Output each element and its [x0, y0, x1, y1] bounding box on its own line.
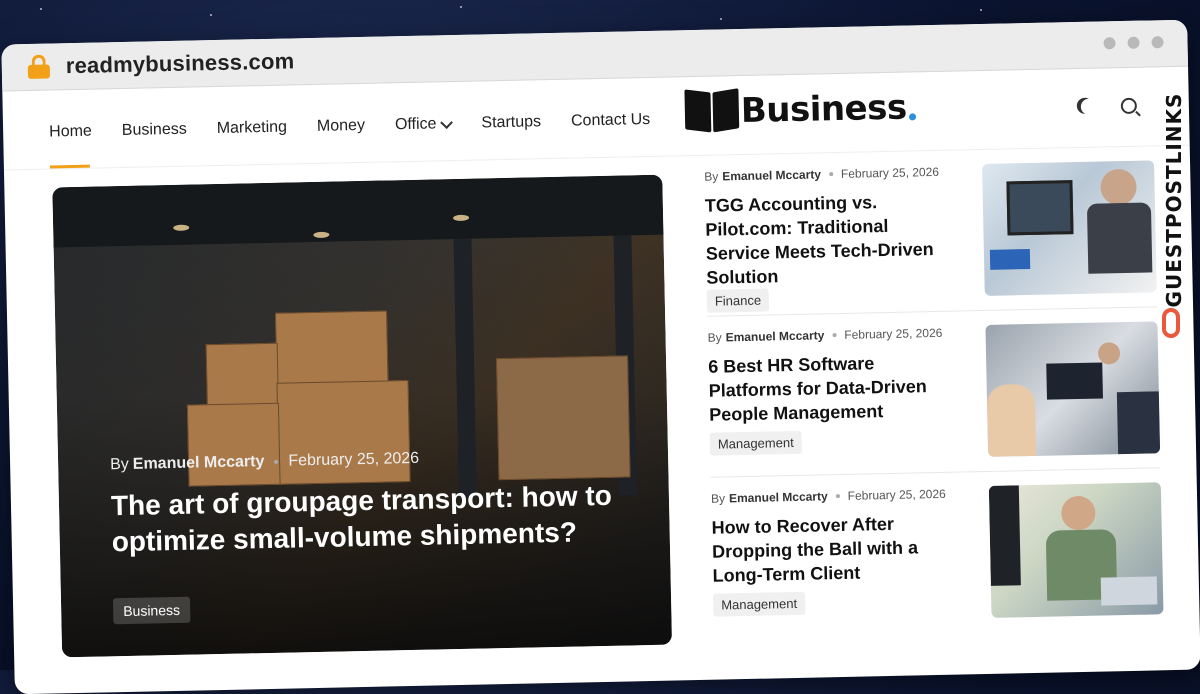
nav-label: Business	[121, 120, 187, 139]
warehouse-ceiling	[52, 174, 664, 248]
article-meta: By Emanuel Mccarty February 25, 2026	[707, 326, 942, 345]
watermark-badge: GUESTPOSTLINKS	[1154, 58, 1190, 358]
window-dot[interactable]	[1103, 37, 1116, 50]
article-thumbnail[interactable]	[982, 160, 1157, 296]
article-meta: By Emanuel Mccarty February 25, 2026	[704, 165, 939, 184]
cargo-box	[205, 342, 279, 407]
author-prefix: By	[707, 330, 722, 345]
meta-separator	[274, 459, 279, 464]
featured-article[interactable]: By Emanuel Mccarty February 25, 2026 The…	[52, 174, 673, 658]
book-icon	[682, 86, 741, 137]
author-prefix: By	[109, 455, 129, 474]
main-menu: Home Business Marketing Money Office Sta…	[49, 111, 650, 142]
nav-item-business[interactable]: Business	[122, 121, 187, 140]
main-content: By Emanuel Mccarty February 25, 2026 The…	[4, 146, 1200, 691]
nav-item-office[interactable]: Office	[394, 115, 454, 134]
cargo-box	[275, 310, 389, 385]
header-actions	[1077, 97, 1138, 115]
url-text[interactable]: readmybusiness.com	[66, 48, 295, 79]
window-dot[interactable]	[1151, 36, 1164, 49]
window-controls	[1103, 36, 1164, 50]
nav-item-money[interactable]: Money	[317, 117, 365, 136]
post-date: February 25, 2026	[844, 325, 943, 342]
post-date: February 25, 2026	[840, 164, 940, 181]
site-logo[interactable]: Business	[682, 82, 916, 137]
logo-text: Business	[740, 87, 908, 132]
monitor-shape	[1006, 180, 1074, 236]
window-dot[interactable]	[1127, 36, 1140, 49]
author-link[interactable]: Emanuel Mccarty	[725, 328, 824, 344]
author-link[interactable]: Emanuel Mccarty	[722, 167, 821, 183]
star	[210, 14, 212, 16]
article-title[interactable]: TGG Accounting vs. Pilot.com: Traditiona…	[705, 189, 937, 290]
article-list: By Emanuel Mccarty February 25, 2026 TGG…	[703, 146, 1164, 637]
nav-item-contact[interactable]: Contact Us	[571, 111, 651, 131]
author-link[interactable]: Emanuel Mccarty	[729, 489, 828, 505]
person-head	[1100, 168, 1137, 206]
article-title[interactable]: How to Recover After Dropping the Ball w…	[711, 511, 942, 588]
person-body	[1086, 202, 1153, 274]
person-head	[1061, 495, 1096, 531]
person-arm	[988, 485, 1021, 586]
nav-label: Marketing	[216, 118, 288, 137]
meta-separator	[832, 333, 837, 338]
link-icon	[1162, 308, 1180, 338]
moon-icon[interactable]	[1081, 99, 1097, 115]
nav-label: Office	[394, 115, 437, 134]
nav-item-home[interactable]: Home	[49, 123, 92, 142]
author-prefix: By	[710, 491, 726, 506]
nav-label: Money	[316, 116, 366, 135]
author-link[interactable]: Emanuel Mccarty	[133, 453, 265, 474]
browser-window: readmybusiness.com Home Business Marketi…	[1, 19, 1200, 694]
person-body	[986, 383, 1037, 457]
category-tag[interactable]: Business	[112, 596, 191, 625]
nav-label: Home	[48, 122, 93, 141]
list-item[interactable]: By Emanuel Mccarty February 25, 2026 6 B…	[707, 307, 1161, 478]
person-head	[1097, 342, 1121, 365]
cargo-box	[186, 402, 281, 487]
hero-title[interactable]: The art of groupage transport: how to op…	[111, 477, 632, 560]
category-tag[interactable]: Management	[712, 591, 806, 617]
nav-label: Contact Us	[570, 110, 651, 130]
article-thumbnail[interactable]	[988, 482, 1164, 618]
article-thumbnail[interactable]	[985, 321, 1161, 457]
star	[720, 18, 722, 20]
watermark-text: GUESTPOSTLINKS	[1162, 92, 1186, 308]
star	[460, 6, 462, 8]
category-tag[interactable]: Management	[709, 430, 802, 456]
post-date: February 25, 2026	[288, 449, 420, 470]
star	[40, 8, 42, 10]
article-title[interactable]: 6 Best HR Software Platforms for Data-Dr…	[708, 350, 939, 427]
chevron-down-icon	[440, 115, 454, 129]
post-date: February 25, 2026	[847, 486, 946, 503]
warehouse-rack	[453, 238, 477, 500]
list-item[interactable]: By Emanuel Mccarty February 25, 2026 TGG…	[703, 146, 1158, 317]
laptop-shape	[1100, 576, 1158, 606]
lock-icon	[27, 54, 51, 79]
nav-item-marketing[interactable]: Marketing	[217, 119, 288, 138]
category-tag[interactable]: Finance	[706, 288, 770, 313]
nav-item-startups[interactable]: Startups	[481, 113, 541, 132]
folder-shape	[989, 248, 1031, 270]
person-body	[1116, 391, 1161, 455]
cargo-box	[496, 355, 631, 481]
meta-separator	[828, 172, 833, 177]
list-item[interactable]: By Emanuel Mccarty February 25, 2026 How…	[711, 468, 1164, 637]
search-icon[interactable]	[1120, 97, 1138, 115]
article-meta: By Emanuel Mccarty February 25, 2026	[711, 487, 946, 506]
star	[980, 9, 982, 11]
nav-label: Startups	[481, 113, 542, 132]
monitor-shape	[1046, 362, 1103, 400]
author-prefix: By	[704, 169, 719, 184]
logo-dot	[908, 113, 916, 121]
meta-separator	[835, 494, 840, 499]
